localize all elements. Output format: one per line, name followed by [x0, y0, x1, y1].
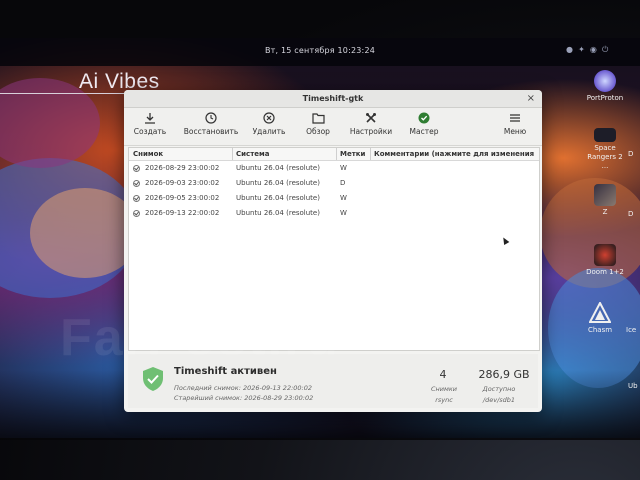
settings-button[interactable]: Настройки	[348, 112, 394, 136]
snapshot-system: Ubuntu 26.04 (resolute)	[236, 164, 320, 172]
device-label: /dev/sdb1	[482, 396, 516, 404]
wizard-label: Мастер	[409, 127, 439, 136]
wizard-button[interactable]: Мастер	[407, 112, 441, 136]
menu-label: Меню	[503, 127, 527, 136]
snapshot-tag: W	[340, 209, 347, 217]
table-header: Снимок Система Метки Комментарии (нажмит…	[129, 148, 539, 161]
tray-network-icon[interactable]: ◉	[590, 45, 597, 54]
desktop-edge-label: D	[628, 150, 634, 158]
folder-icon	[311, 113, 325, 124]
backup-method-label: rsync	[435, 396, 453, 404]
z-game-icon	[594, 184, 616, 206]
create-button[interactable]: Создать	[132, 112, 168, 136]
desktop-icon-portproton[interactable]: PortProton	[580, 70, 630, 103]
column-header-comments[interactable]: Комментарии (нажмите для изменения	[374, 148, 538, 160]
download-icon	[145, 113, 155, 124]
free-space-value: 286,9 GB	[478, 368, 530, 381]
brand-underline	[0, 93, 132, 94]
window-titlebar[interactable]: Timeshift-gtk ×	[124, 90, 542, 108]
menu-button[interactable]: Меню	[500, 112, 530, 136]
snapshot-system: Ubuntu 26.04 (resolute)	[236, 179, 320, 187]
desktop-icon-label: Doom 1+2	[586, 268, 624, 276]
delete-icon	[263, 112, 275, 124]
snapshot-tag: D	[340, 179, 346, 187]
latest-snapshot-text: Последний снимок: 2026-09-13 22:00:02	[174, 384, 312, 392]
column-header-snapshot[interactable]: Снимок	[133, 148, 163, 160]
panel-clock[interactable]: Вт, 15 сентября 10:23:24	[0, 46, 640, 55]
column-divider[interactable]	[336, 148, 337, 160]
system-tray[interactable]: ● ✦ ◉ ⏻	[566, 45, 608, 55]
restore-label: Восстановить	[183, 127, 239, 136]
restore-button[interactable]: Восстановить	[182, 112, 240, 136]
table-row[interactable]: 2026-09-03 23:00:02 Ubuntu 26.04 (resolu…	[129, 176, 539, 191]
snapshot-date: 2026-08-29 23:00:02	[145, 164, 220, 172]
doom-icon	[594, 244, 616, 266]
column-divider[interactable]	[232, 148, 233, 160]
hamburger-menu-icon	[510, 114, 520, 122]
snapshot-count-label: Снимки	[430, 385, 458, 393]
desktop-icon-label: Z	[602, 208, 608, 216]
space-rangers-icon	[594, 128, 616, 142]
desktop-icon-label: PortProton	[586, 94, 624, 102]
delete-label: Удалить	[252, 127, 286, 136]
chasm-icon	[588, 300, 612, 324]
table-row[interactable]: 2026-08-29 23:00:02 Ubuntu 26.04 (resolu…	[129, 161, 539, 176]
oldest-snapshot-text: Старейший снимок: 2026-08-29 23:00:02	[174, 394, 314, 402]
desktop-icon-space-rangers[interactable]: Space Rangers 2 ...	[580, 128, 630, 171]
tray-dot-icon[interactable]: ●	[566, 45, 573, 54]
toolbar: Создать Восстановить Удалить Обзор Настр…	[124, 108, 542, 146]
snapshot-check-icon	[133, 195, 140, 202]
desktop-icon-chasm[interactable]: Chasm	[575, 300, 625, 335]
snapshot-date: 2026-09-03 23:00:02	[145, 179, 220, 187]
window-title: Timeshift-gtk	[302, 94, 364, 103]
column-header-system[interactable]: Система	[236, 148, 269, 160]
column-divider[interactable]	[370, 148, 371, 160]
snapshot-date: 2026-09-13 22:00:02	[145, 209, 220, 217]
desktop-icon-z[interactable]: Z	[580, 184, 630, 217]
snapshot-system: Ubuntu 26.04 (resolute)	[236, 209, 320, 217]
snapshot-check-icon	[133, 210, 140, 217]
create-label: Создать	[133, 127, 167, 136]
close-button[interactable]: ×	[527, 90, 535, 107]
column-header-tags[interactable]: Метки	[340, 148, 365, 160]
check-circle-icon	[418, 112, 430, 124]
desktop-icon-label: Space Rangers 2 ...	[587, 144, 623, 170]
settings-label: Настройки	[349, 127, 393, 136]
watermark: FarPost.ru	[60, 309, 341, 367]
portproton-icon	[594, 70, 616, 92]
desktop-edge-label: D	[628, 210, 634, 218]
browse-label: Обзор	[306, 127, 330, 136]
desktop-edge-label: Ice	[626, 326, 637, 334]
delete-button[interactable]: Удалить	[251, 112, 287, 136]
tray-power-icon[interactable]: ⏻	[602, 45, 608, 54]
shield-check-icon	[143, 367, 163, 391]
tools-icon	[366, 113, 376, 123]
snapshot-tag: W	[340, 164, 347, 172]
snapshot-count: 4	[439, 368, 447, 381]
snapshot-tag: W	[340, 194, 347, 202]
snapshot-date: 2026-09-05 23:00:02	[145, 194, 220, 202]
clock-icon	[205, 112, 217, 124]
table-row[interactable]: 2026-09-13 22:00:02 Ubuntu 26.04 (resolu…	[129, 206, 539, 221]
desktop-icon-doom[interactable]: Doom 1+2	[580, 244, 630, 277]
snapshot-system: Ubuntu 26.04 (resolute)	[236, 194, 320, 202]
snapshot-check-icon	[133, 180, 140, 187]
desktop-icon-label: Chasm	[587, 326, 613, 334]
table-row[interactable]: 2026-09-05 23:00:02 Ubuntu 26.04 (resolu…	[129, 191, 539, 206]
free-space-label: Доступно	[482, 385, 516, 393]
snapshot-check-icon	[133, 165, 140, 172]
tray-settings-icon[interactable]: ✦	[578, 45, 585, 54]
browse-button[interactable]: Обзор	[302, 112, 334, 136]
desktop-edge-label: Ub	[628, 382, 638, 390]
